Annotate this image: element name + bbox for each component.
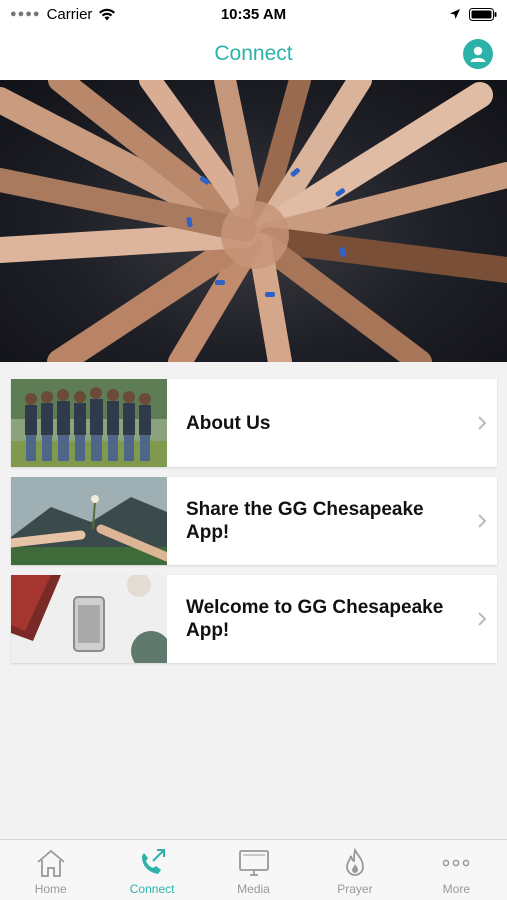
profile-button[interactable] bbox=[463, 39, 493, 69]
battery-icon bbox=[469, 7, 497, 21]
prayer-icon bbox=[339, 846, 371, 880]
connect-icon bbox=[136, 846, 168, 880]
hands-together-image bbox=[0, 80, 507, 362]
tab-bar: Home Connect Media Prayer More bbox=[0, 839, 507, 900]
tab-media[interactable]: Media bbox=[203, 840, 304, 900]
tab-label: Media bbox=[237, 882, 270, 896]
hero-image bbox=[0, 80, 507, 362]
hands-flower-image bbox=[11, 477, 167, 565]
chevron-right-icon bbox=[467, 415, 497, 431]
about-us-thumbnail bbox=[11, 379, 167, 467]
phone-desk-image bbox=[11, 575, 167, 663]
user-icon bbox=[470, 46, 486, 62]
carrier-label: Carrier bbox=[46, 5, 93, 23]
card-welcome[interactable]: Welcome to GG Chesapeake App! bbox=[11, 575, 497, 663]
tab-label: Prayer bbox=[337, 882, 373, 896]
tab-more[interactable]: More bbox=[406, 840, 507, 900]
share-app-thumbnail bbox=[11, 477, 167, 565]
chevron-right-icon bbox=[467, 513, 497, 529]
group-photo-image bbox=[11, 379, 167, 467]
tab-label: Home bbox=[34, 882, 67, 896]
card-label: Welcome to GG Chesapeake App! bbox=[186, 597, 444, 641]
card-label: About Us bbox=[186, 412, 271, 434]
status-left: ●●●● Carrier bbox=[10, 6, 116, 23]
signal-icon: ●●●● bbox=[10, 8, 41, 20]
welcome-thumbnail bbox=[11, 575, 167, 663]
nav-bar: Connect bbox=[0, 28, 507, 80]
chevron-right-icon bbox=[467, 611, 497, 627]
card-about-us[interactable]: About Us bbox=[11, 379, 497, 467]
page-title: Connect bbox=[214, 42, 293, 65]
more-icon bbox=[440, 846, 472, 880]
card-label: Share the GG Chesapeake App! bbox=[186, 499, 424, 543]
tab-prayer[interactable]: Prayer bbox=[304, 840, 405, 900]
wifi-icon bbox=[99, 8, 116, 20]
tab-label: Connect bbox=[129, 882, 175, 896]
card-share-app[interactable]: Share the GG Chesapeake App! bbox=[11, 477, 497, 565]
tab-connect[interactable]: Connect bbox=[101, 840, 202, 900]
media-icon bbox=[238, 846, 270, 880]
home-icon bbox=[35, 846, 67, 880]
status-bar: ●●●● Carrier 10:35 AM bbox=[0, 0, 507, 28]
tab-home[interactable]: Home bbox=[0, 840, 101, 900]
tab-label: More bbox=[442, 882, 470, 896]
location-arrow-icon bbox=[450, 9, 460, 19]
status-right bbox=[449, 7, 497, 21]
